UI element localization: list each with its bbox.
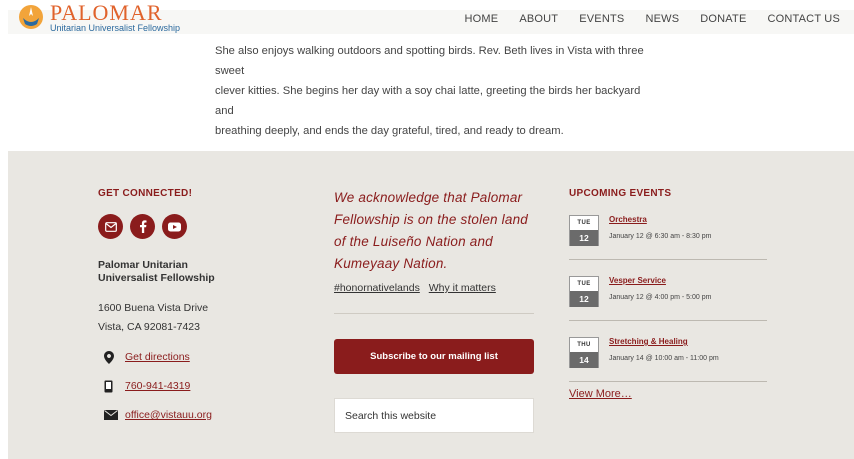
nav-contact-us[interactable]: CONTACT US (768, 13, 841, 25)
event-divider (569, 259, 767, 260)
site-footer: GET CONNECTED! Palomar Unitarian Univers… (8, 151, 854, 459)
honor-native-lands-link[interactable]: #honornativelands (334, 282, 420, 294)
divider (334, 313, 534, 314)
map-pin-icon (98, 350, 125, 364)
get-connected-column: GET CONNECTED! Palomar Unitarian Univers… (98, 188, 288, 424)
view-more-events-link[interactable]: View More… (569, 388, 769, 400)
nav-news[interactable]: NEWS (645, 13, 679, 25)
event-date-badge: TUE 12 (569, 276, 599, 307)
event-title-link[interactable]: Stretching & Healing (609, 337, 719, 346)
land-acknowledgement: We acknowledge that Palomar Fellowship i… (334, 190, 529, 271)
event-time: January 14 @ 10:00 am - 11:00 pm (609, 355, 719, 362)
event-date-badge: THU 14 (569, 337, 599, 368)
event-item: TUE 12 Vesper Service January 12 @ 4:00 … (569, 276, 769, 312)
phone-icon (98, 380, 125, 393)
nav-events[interactable]: EVENTS (579, 13, 624, 25)
directions-row: Get directions (98, 348, 288, 366)
email-row: office@vistauu.org (98, 406, 288, 424)
social-links (98, 214, 288, 239)
chalice-logo-icon (18, 4, 44, 30)
org-name: Palomar Unitarian Universalist Fellowshi… (98, 259, 215, 284)
why-it-matters-link[interactable]: Why it matters (429, 282, 496, 294)
land-acknowledgement-column: We acknowledge that Palomar Fellowship i… (334, 187, 534, 433)
event-divider (569, 381, 767, 382)
bio-line: breathing deeply, and ends the day grate… (215, 125, 564, 137)
event-item: TUE 12 Orchestra January 12 @ 6:30 am - … (569, 215, 769, 251)
upcoming-events-heading: UPCOMING EVENTS (569, 188, 672, 199)
youtube-icon[interactable] (162, 214, 187, 239)
email-icon[interactable] (98, 214, 123, 239)
address: 1600 Buena Vista Drive Vista, CA 92081-7… (98, 302, 209, 333)
bio-line: clever kitties. She begins her day with … (215, 85, 641, 117)
event-item: THU 14 Stretching & Healing January 14 @… (569, 337, 769, 373)
get-connected-heading: GET CONNECTED! (98, 188, 193, 199)
email-link[interactable]: office@vistauu.org (125, 409, 212, 421)
event-time: January 12 @ 4:00 pm - 5:00 pm (609, 294, 712, 301)
nav-donate[interactable]: DONATE (700, 13, 746, 25)
event-date-badge: TUE 12 (569, 215, 599, 246)
search-input[interactable] (334, 398, 534, 433)
logo-name: PALOMAR (50, 0, 163, 25)
phone-link[interactable]: 760-941-4319 (125, 380, 190, 392)
event-title-link[interactable]: Orchestra (609, 215, 711, 224)
acknowledgement-links: #honornativelands Why it matters (334, 282, 534, 294)
site-header: PALOMAR Unitarian Universalist Fellowshi… (8, 2, 854, 34)
facebook-icon[interactable] (130, 214, 155, 239)
phone-row: 760-941-4319 (98, 377, 288, 395)
event-time: January 12 @ 6:30 am - 8:30 pm (609, 233, 712, 240)
site-logo[interactable]: PALOMAR Unitarian Universalist Fellowshi… (18, 0, 181, 33)
upcoming-events-column: UPCOMING EVENTS TUE 12 Orchestra January… (569, 188, 769, 400)
nav-about[interactable]: ABOUT (519, 13, 558, 25)
event-title-link[interactable]: Vesper Service (609, 276, 711, 285)
bio-line: She also enjoys walking outdoors and spo… (215, 45, 644, 77)
logo-subtitle: Unitarian Universalist Fellowship (50, 23, 181, 33)
nav-home[interactable]: HOME (465, 13, 499, 25)
bio-text: She also enjoys walking outdoors and spo… (215, 41, 655, 141)
main-nav: HOME ABOUT EVENTS NEWS DONATE CONTACT US (444, 13, 840, 25)
subscribe-button[interactable]: Subscribe to our mailing list (334, 339, 534, 374)
event-divider (569, 320, 767, 321)
envelope-icon (98, 410, 125, 420)
get-directions-link[interactable]: Get directions (125, 351, 190, 363)
